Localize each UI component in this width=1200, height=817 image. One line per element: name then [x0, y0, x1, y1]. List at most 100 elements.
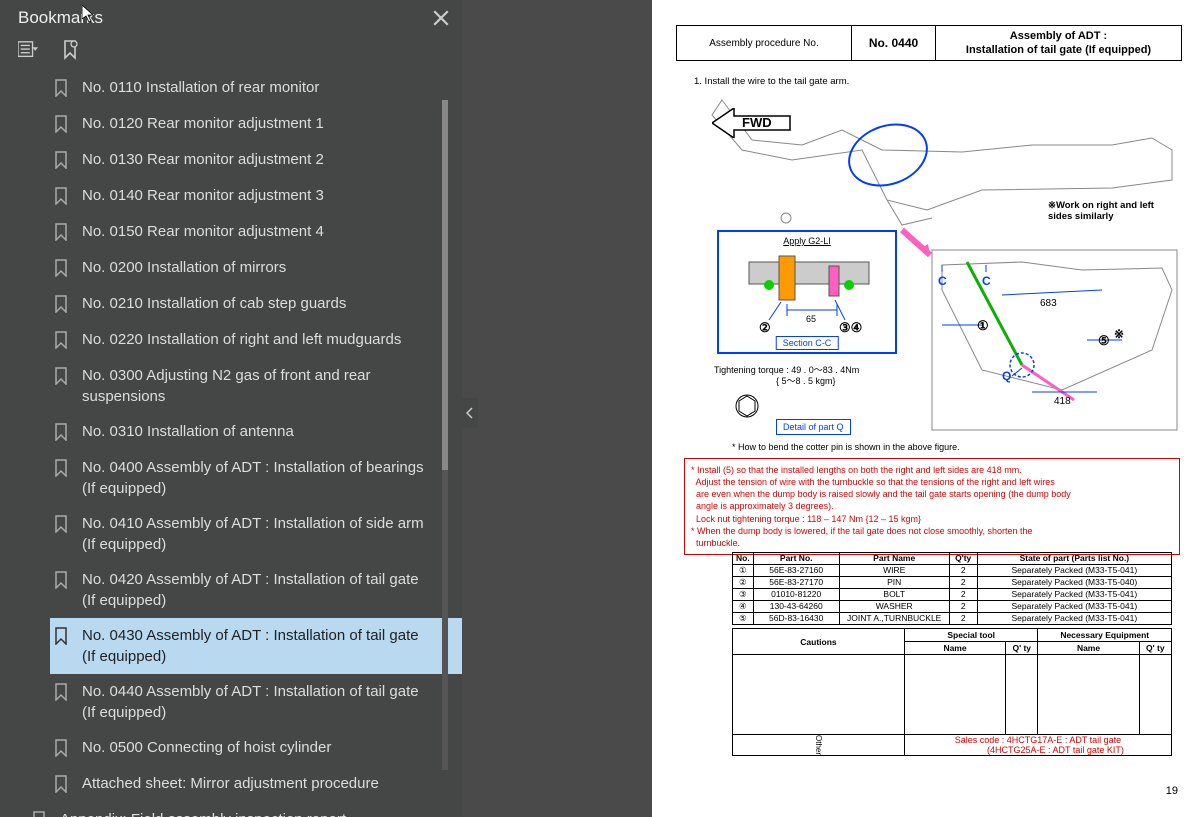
svg-text:②: ② [759, 320, 771, 335]
page-header-table: Assembly procedure No. No. 0440 Assembly… [676, 25, 1182, 61]
bookmark-icon [54, 571, 70, 591]
bookmark-label: No. 0210 Installation of cab step guards [82, 293, 454, 314]
step-1: 1. Install the wire to the tail gate arm… [694, 76, 849, 87]
svg-text:683: 683 [1040, 298, 1057, 309]
bookmark-item[interactable]: Attached sheet: Mirror adjustment proced… [50, 766, 462, 802]
bookmark-item[interactable]: No. 0300 Adjusting N2 gas of front and r… [50, 358, 462, 414]
bookmark-item[interactable]: No. 0220 Installation of right and left … [50, 322, 462, 358]
pdf-page: Assembly procedure No. No. 0440 Assembly… [652, 0, 1200, 817]
bookmark-label: No. 0120 Rear monitor adjustment 1 [82, 113, 454, 134]
equipment-table: Cautions Special tool Necessary Equipmen… [732, 628, 1172, 756]
eq-name2: Name [1038, 642, 1139, 655]
panel-header: Bookmarks [0, 0, 462, 38]
eq-qty1: Q' ty [1006, 642, 1038, 655]
tightening-torque: Tightening torque : 49 . 0～83 . 4Nm { 5～… [714, 365, 859, 421]
bookmark-item[interactable]: No. 0500 Connecting of hoist cylinder [50, 730, 462, 766]
panel-title: Bookmarks [18, 8, 432, 28]
bookmark-label: No. 0310 Installation of antenna [82, 421, 454, 442]
svg-text:65: 65 [806, 314, 816, 324]
svg-text:C: C [982, 274, 991, 288]
bookmark-label: No. 0410 Assembly of ADT : Installation … [82, 513, 454, 555]
note-work-both-sides: ※Work on right and left sides similarly [1048, 200, 1178, 222]
eq-other: Other [733, 735, 905, 756]
bookmark-label: No. 0140 Rear monitor adjustment 3 [82, 185, 454, 206]
bookmark-item[interactable]: No. 0430 Assembly of ADT : Installation … [50, 618, 462, 674]
bookmark-icon [54, 79, 70, 99]
nut-icon [732, 391, 762, 421]
bookmarks-panel: Bookmarks No. 0110 Installation of rear … [0, 0, 462, 817]
bookmark-item[interactable]: No. 0420 Assembly of ADT : Installation … [50, 562, 462, 618]
section-cc-label: Section C-C [776, 336, 839, 350]
svg-text:418: 418 [1054, 396, 1071, 407]
bookmark-item[interactable]: No. 0110 Installation of rear monitor [50, 70, 462, 106]
bookmark-icon [54, 683, 70, 703]
view-options-icon[interactable] [18, 40, 38, 60]
scrollbar-thumb[interactable] [442, 100, 448, 470]
bookmark-label: No. 0500 Connecting of hoist cylinder [82, 737, 454, 758]
warning-box: * Install (5) so that the installed leng… [684, 458, 1180, 555]
hdr-title: Assembly of ADT : Installation of tail g… [936, 26, 1181, 60]
bookmark-item[interactable]: No. 0120 Rear monitor adjustment 1 [50, 106, 462, 142]
torque-l1: Tightening torque : 49 . 0～83 . 4Nm [714, 365, 859, 376]
bookmark-icon [54, 151, 70, 171]
bookmark-tool-icon[interactable] [60, 40, 80, 60]
bookmark-icon [54, 739, 70, 759]
bookmark-icon [54, 187, 70, 207]
panel-toolbar [0, 38, 462, 70]
bookmark-icon [32, 811, 48, 817]
bookmark-icon [54, 459, 70, 479]
bookmark-label: Attached sheet: Mirror adjustment proced… [82, 773, 454, 794]
parts-table: No.Part No.Part NameQ'tyState of part (P… [732, 552, 1172, 625]
eq-necessary: Necessary Equipment [1038, 629, 1172, 642]
svg-text:※: ※ [1114, 327, 1124, 341]
svg-text:FWD: FWD [742, 115, 772, 130]
bookmark-item[interactable]: No. 0210 Installation of cab step guards [50, 286, 462, 322]
bookmark-icon [54, 367, 70, 387]
hdr-proc-no: No. 0440 [852, 26, 936, 60]
bookmark-item[interactable]: No. 0400 Assembly of ADT : Installation … [50, 450, 462, 506]
bookmark-icon [54, 627, 70, 647]
bookmark-icon [54, 331, 70, 351]
close-icon[interactable] [432, 9, 450, 27]
hdr-title-1: Assembly of ADT : [1010, 29, 1107, 43]
bookmark-list[interactable]: No. 0110 Installation of rear monitor No.… [0, 70, 462, 817]
svg-text:⑤: ⑤ [1098, 333, 1110, 348]
eq-cautions: Cautions [733, 629, 905, 655]
bookmark-icon [54, 223, 70, 243]
bookmark-icon [54, 295, 70, 315]
bookmark-item[interactable]: Appendix: Field assembly inspection repo… [28, 802, 462, 817]
bookmark-item[interactable]: No. 0130 Rear monitor adjustment 2 [50, 142, 462, 178]
torque-l2: { 5～8 . 5 kgm} [714, 376, 859, 387]
bookmark-label: No. 0130 Rear monitor adjustment 2 [82, 149, 454, 170]
bookmark-item[interactable]: No. 0150 Rear monitor adjustment 4 [50, 214, 462, 250]
bookmark-icon [54, 423, 70, 443]
detail-part-q: Detail of part Q [776, 419, 851, 435]
bookmark-item[interactable]: No. 0140 Rear monitor adjustment 3 [50, 178, 462, 214]
page-number: 19 [1166, 785, 1178, 797]
bookmark-item[interactable]: No. 0200 Installation of mirrors [50, 250, 462, 286]
sales-code: Sales code : 4HCTG17A-E : ADT tail gate … [904, 735, 1171, 756]
bookmark-label: No. 0400 Assembly of ADT : Installation … [82, 457, 454, 499]
svg-text:C: C [938, 274, 947, 288]
cotter-note: * How to bend the cotter pin is shown in… [732, 442, 960, 452]
bookmark-label: No. 0440 Assembly of ADT : Installation … [82, 681, 454, 723]
bookmark-label: No. 0420 Assembly of ADT : Installation … [82, 569, 454, 611]
section-cc-svg: 65 ② ③④ [719, 232, 895, 350]
fwd-arrow: FWD [712, 108, 792, 138]
bookmark-label: No. 0300 Adjusting N2 gas of front and r… [82, 365, 454, 407]
bookmark-label: Appendix: Field assembly inspection repo… [60, 809, 454, 817]
bookmark-item[interactable]: No. 0440 Assembly of ADT : Installation … [50, 674, 462, 730]
bookmark-item[interactable]: No. 0410 Assembly of ADT : Installation … [50, 506, 462, 562]
bookmark-label: No. 0430 Assembly of ADT : Installation … [82, 625, 454, 667]
hdr-proc-label: Assembly procedure No. [677, 26, 852, 60]
bookmark-icon [54, 515, 70, 535]
bookmark-item[interactable]: No. 0310 Installation of antenna [50, 414, 462, 450]
figure-main: ① ⑤ ※ C C 683 418 Q FWD ※Work on rig [682, 90, 1182, 440]
bookmark-icon [54, 775, 70, 795]
collapse-panel-button[interactable] [462, 398, 478, 428]
bookmark-label: No. 0220 Installation of right and left … [82, 329, 454, 350]
svg-text:③④: ③④ [839, 320, 862, 335]
eq-special: Special tool [904, 629, 1038, 642]
bookmark-label: No. 0110 Installation of rear monitor [82, 77, 454, 98]
bookmark-icon [54, 115, 70, 135]
